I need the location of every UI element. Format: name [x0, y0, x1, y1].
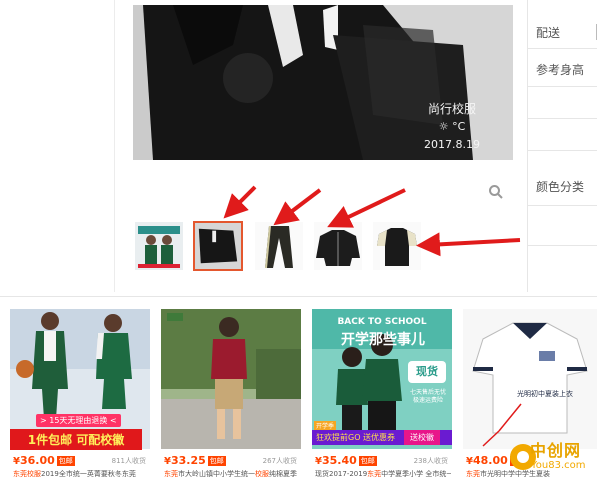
height-option-box[interactable]: [527, 86, 597, 87]
options-panel: [527, 0, 597, 292]
sales-count: 267人收货: [262, 457, 297, 465]
product-price: ¥33.25 包邮: [164, 454, 226, 467]
product-card-1[interactable]: > 15天无理由退换 < 1件包邮 可配校徽 ¥36.00 包邮 811人收货 东…: [10, 309, 150, 480]
product-card-2[interactable]: ¥33.25 包邮 267人收货 东莞市大岭山镇中小学生统一校服纯棉夏季: [161, 309, 301, 480]
badge-note-2: 极速运费险: [412, 397, 443, 404]
arrow-to-sport-jacket: [327, 188, 406, 228]
product-card-3[interactable]: BACK TO SCHOOL 开学那些事儿 现货 七天售后无忧 极速运费险 开学…: [312, 309, 452, 480]
sales-count: 811人收货: [111, 457, 146, 465]
product-price: ¥36.00 包邮: [13, 454, 75, 467]
promo-coupon: 狂欢提前GO 送优惠券: [316, 433, 396, 442]
product-image[interactable]: [161, 309, 301, 449]
sales-count: 238人收货: [413, 457, 448, 465]
color-label: 颜色分类: [536, 180, 585, 194]
stock-badge: 现货: [408, 361, 446, 383]
color-option-box[interactable]: [527, 205, 597, 206]
delivery-label: 配送: [536, 26, 561, 40]
season-corner: 开学季: [314, 421, 337, 430]
height-option-box-3[interactable]: [527, 150, 597, 151]
banner-header: BACK TO SCHOOL: [337, 317, 427, 327]
height-label: 参考身高: [536, 63, 585, 77]
free-shipping-tag: 包邮: [358, 456, 377, 466]
color-option-box-2[interactable]: [527, 245, 597, 246]
logo-text-en: You83.com: [531, 460, 586, 471]
arrow-to-black-jacket: [223, 185, 257, 219]
product-title[interactable]: 东莞校服2019全市统一英菁要秋冬东莞: [13, 469, 149, 479]
free-shipping-banner: 1件包邮 可配校徽: [10, 429, 142, 450]
promo-badge-gift: 送校徽: [404, 430, 440, 445]
product-title[interactable]: 现货2017-2019东莞中学夏季小学 全市统一: [315, 469, 451, 479]
section-divider: [0, 296, 597, 297]
free-shipping-tag: 包邮: [207, 456, 226, 466]
option-divider: [527, 48, 597, 49]
arrow-to-polo-shirt: [416, 232, 521, 257]
logo-text-cn: 中创网: [530, 441, 582, 460]
product-price: ¥35.40 包邮: [315, 454, 377, 467]
product-image[interactable]: [10, 309, 150, 449]
annotation-arrows: [223, 185, 521, 257]
return-policy-banner: > 15天无理由退换 <: [36, 414, 121, 427]
arrow-to-pants: [273, 188, 322, 226]
banner-slogan: 开学那些事儿: [341, 332, 425, 348]
product-title[interactable]: 东莞市大岭山镇中小学生统一校服纯棉夏季: [164, 469, 300, 479]
annotation-arrow-shirt: [482, 403, 522, 447]
height-option-box-2[interactable]: [527, 118, 597, 119]
free-shipping-tag: 包邮: [56, 456, 75, 466]
